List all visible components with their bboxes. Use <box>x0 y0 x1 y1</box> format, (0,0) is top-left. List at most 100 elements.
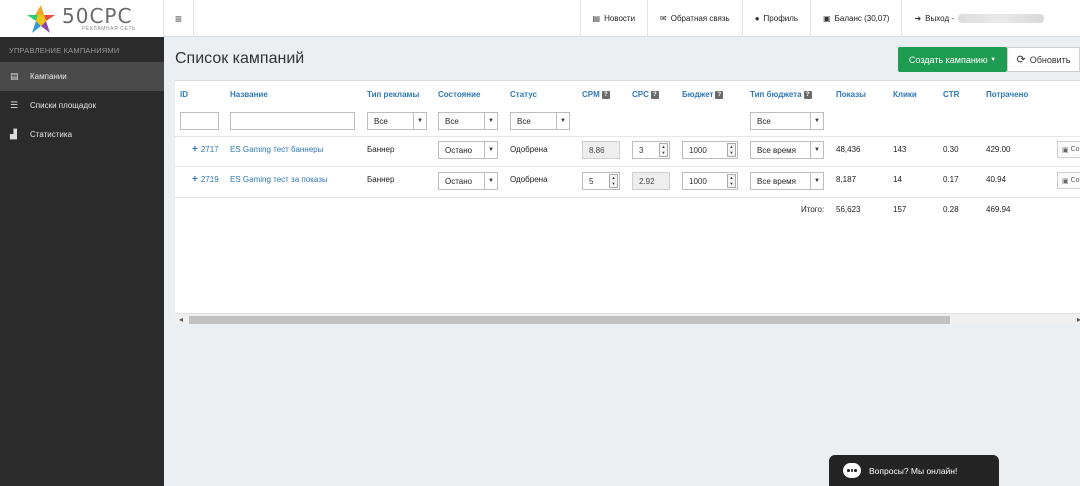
ctr-cell: 0.17 <box>943 175 959 184</box>
nav-balance[interactable]: ▣ Баланс (30,07) <box>810 0 901 37</box>
nav-feedback-label: Обратная связь <box>670 14 730 23</box>
state-select[interactable]: Остано ▼ <box>438 172 498 190</box>
id-filter-input[interactable] <box>180 112 219 130</box>
cpm-input[interactable]: 5 ▲ ▼ <box>582 172 620 190</box>
campaign-id-link[interactable]: +2717 <box>192 144 219 155</box>
cpc-input[interactable]: 3 ▲ ▼ <box>632 141 670 159</box>
impressions-cell: 48,436 <box>836 145 861 154</box>
sidebar-item-statistics[interactable]: ▟ Статистика <box>0 120 164 149</box>
cpc-readonly-field: 2.92 <box>632 172 670 190</box>
spinner-icon[interactable]: ▲ ▼ <box>727 174 736 188</box>
chat-bubble-icon <box>843 463 861 478</box>
expand-plus-icon[interactable]: + <box>192 174 198 185</box>
help-icon[interactable]: ? <box>650 90 659 99</box>
save-row-button[interactable]: ▣ Со <box>1057 172 1080 189</box>
spinner-icon[interactable]: ▲ ▼ <box>659 143 668 157</box>
budget-type-filter-select[interactable]: Все ▼ <box>750 112 824 130</box>
col-header-ctr[interactable]: CTR <box>943 90 959 99</box>
row-separator <box>175 136 1080 137</box>
newspaper-icon: ▤ <box>592 14 601 23</box>
main-content: Список кампаний Создать кампанию ▼ ⟳ Обно… <box>164 37 1080 486</box>
create-campaign-label: Создать кампанию <box>908 54 988 65</box>
status-cell: Одобрена <box>510 175 548 184</box>
col-header-budget-type[interactable]: Тип бюджета? <box>750 90 812 99</box>
sidebar-header: Управление кампаниями <box>9 46 120 55</box>
spinner-icon[interactable]: ▲ ▼ <box>727 143 736 157</box>
live-chat-widget[interactable]: Вопросы? Мы онлайн! <box>829 455 999 486</box>
chevron-down-icon: ▼ <box>810 142 823 158</box>
chevron-down-icon: ▼ <box>810 173 823 189</box>
ad-type-cell: Баннер <box>367 175 395 184</box>
menu-toggle-button[interactable]: ≡ <box>164 0 194 37</box>
nav-profile-label: Профиль <box>763 14 799 23</box>
nav-news-label: Новости <box>604 14 636 23</box>
clicks-cell: 143 <box>893 145 907 154</box>
col-header-spent[interactable]: Потрачено <box>986 90 1028 99</box>
budget-type-select[interactable]: Все время ▼ <box>750 172 824 190</box>
totals-impressions: 56,623 <box>836 205 861 214</box>
col-header-clicks[interactable]: Клики <box>893 90 917 99</box>
chevron-down-icon: ▼ <box>484 113 497 129</box>
help-icon[interactable]: ? <box>803 90 812 99</box>
list-icon: ▤ <box>10 71 19 81</box>
col-header-status[interactable]: Статус <box>510 90 537 99</box>
budget-input[interactable]: 1000 ▲ ▼ <box>682 172 738 190</box>
clicks-cell: 14 <box>893 175 902 184</box>
chevron-down-icon: ▼ <box>484 142 497 158</box>
col-header-name[interactable]: Название <box>230 90 268 99</box>
top-bar: 50CPC РЕКЛАМНАЯ СЕТЬ ≡ ▤ Новости ✉ Обратна… <box>0 0 1080 37</box>
col-header-state[interactable]: Состояние <box>438 90 480 99</box>
spent-cell: 429.00 <box>986 145 1011 154</box>
nav-news[interactable]: ▤ Новости <box>579 0 648 37</box>
refresh-icon: ⟳ <box>1016 54 1026 66</box>
chevron-down-icon: ▼ <box>413 113 426 129</box>
help-icon[interactable]: ? <box>715 90 724 99</box>
chat-label: Вопросы? Мы онлайн! <box>869 465 958 476</box>
totals-ctr: 0.28 <box>943 205 959 214</box>
status-filter-select[interactable]: Все ▼ <box>510 112 570 130</box>
nav-logout[interactable]: ➜ Выход - <box>901 0 1080 37</box>
horizontal-scrollbar[interactable]: ◂ ▸ <box>175 313 1080 325</box>
nav-balance-label: Баланс (30,07) <box>834 14 890 23</box>
col-header-cpm[interactable]: CPM? <box>582 90 610 99</box>
logout-icon: ➜ <box>914 14 922 23</box>
scrollbar-thumb[interactable] <box>189 316 950 324</box>
state-select[interactable]: Остано ▼ <box>438 141 498 159</box>
refresh-button[interactable]: ⟳ Обновить <box>1007 47 1080 72</box>
sidebar-item-site-lists[interactable]: ☰ Списки площадок <box>0 91 164 120</box>
spinner-icon[interactable]: ▲ ▼ <box>609 174 618 188</box>
col-header-ad-type[interactable]: Тип рекламы <box>367 90 419 99</box>
col-header-impressions[interactable]: Показы <box>836 90 866 99</box>
nav-profile[interactable]: ● Профиль <box>741 0 810 37</box>
blurred-username <box>958 14 1044 23</box>
totals-spent: 469.94 <box>986 205 1011 214</box>
top-nav: ▤ Новости ✉ Обратная связь ● Профиль ▣ Балан… <box>579 0 1080 37</box>
save-row-button[interactable]: ▣ Со <box>1057 141 1080 158</box>
col-header-budget[interactable]: Бюджет? <box>682 90 724 99</box>
create-campaign-button[interactable]: Создать кампанию ▼ <box>898 47 1007 72</box>
envelope-icon: ✉ <box>660 14 667 23</box>
expand-plus-icon[interactable]: + <box>192 144 198 155</box>
user-icon: ● <box>754 14 760 23</box>
nav-feedback[interactable]: ✉ Обратная связь <box>647 0 742 37</box>
chevron-down-icon: ▼ <box>556 113 569 129</box>
logo[interactable]: 50CPC РЕКЛАМНАЯ СЕТЬ <box>0 0 164 37</box>
budget-type-select[interactable]: Все время ▼ <box>750 141 824 159</box>
sidebar-item-label: Статистика <box>30 130 73 139</box>
campaign-name-link[interactable]: ES Gaming тест баннеры <box>230 145 323 154</box>
state-filter-select[interactable]: Все ▼ <box>438 112 498 130</box>
sidebar-item-campaigns[interactable]: ▤ Кампании <box>0 62 164 91</box>
campaign-name-link[interactable]: ES Gaming тест за показы <box>230 175 328 184</box>
campaign-id-link[interactable]: +2719 <box>192 174 219 185</box>
ad-type-filter-select[interactable]: Все ▼ <box>367 112 427 130</box>
name-filter-input[interactable] <box>230 112 355 130</box>
brand-name: 50CPC <box>62 4 133 28</box>
spent-cell: 40.94 <box>986 175 1007 184</box>
sidebar-item-label: Кампании <box>30 72 67 81</box>
bar-chart-icon: ▟ <box>10 129 17 139</box>
scroll-left-icon[interactable]: ◂ <box>179 315 183 324</box>
col-header-id[interactable]: ID <box>180 90 188 99</box>
help-icon[interactable]: ? <box>601 90 610 99</box>
budget-input[interactable]: 1000 ▲ ▼ <box>682 141 738 159</box>
col-header-cpc[interactable]: CPC? <box>632 90 659 99</box>
